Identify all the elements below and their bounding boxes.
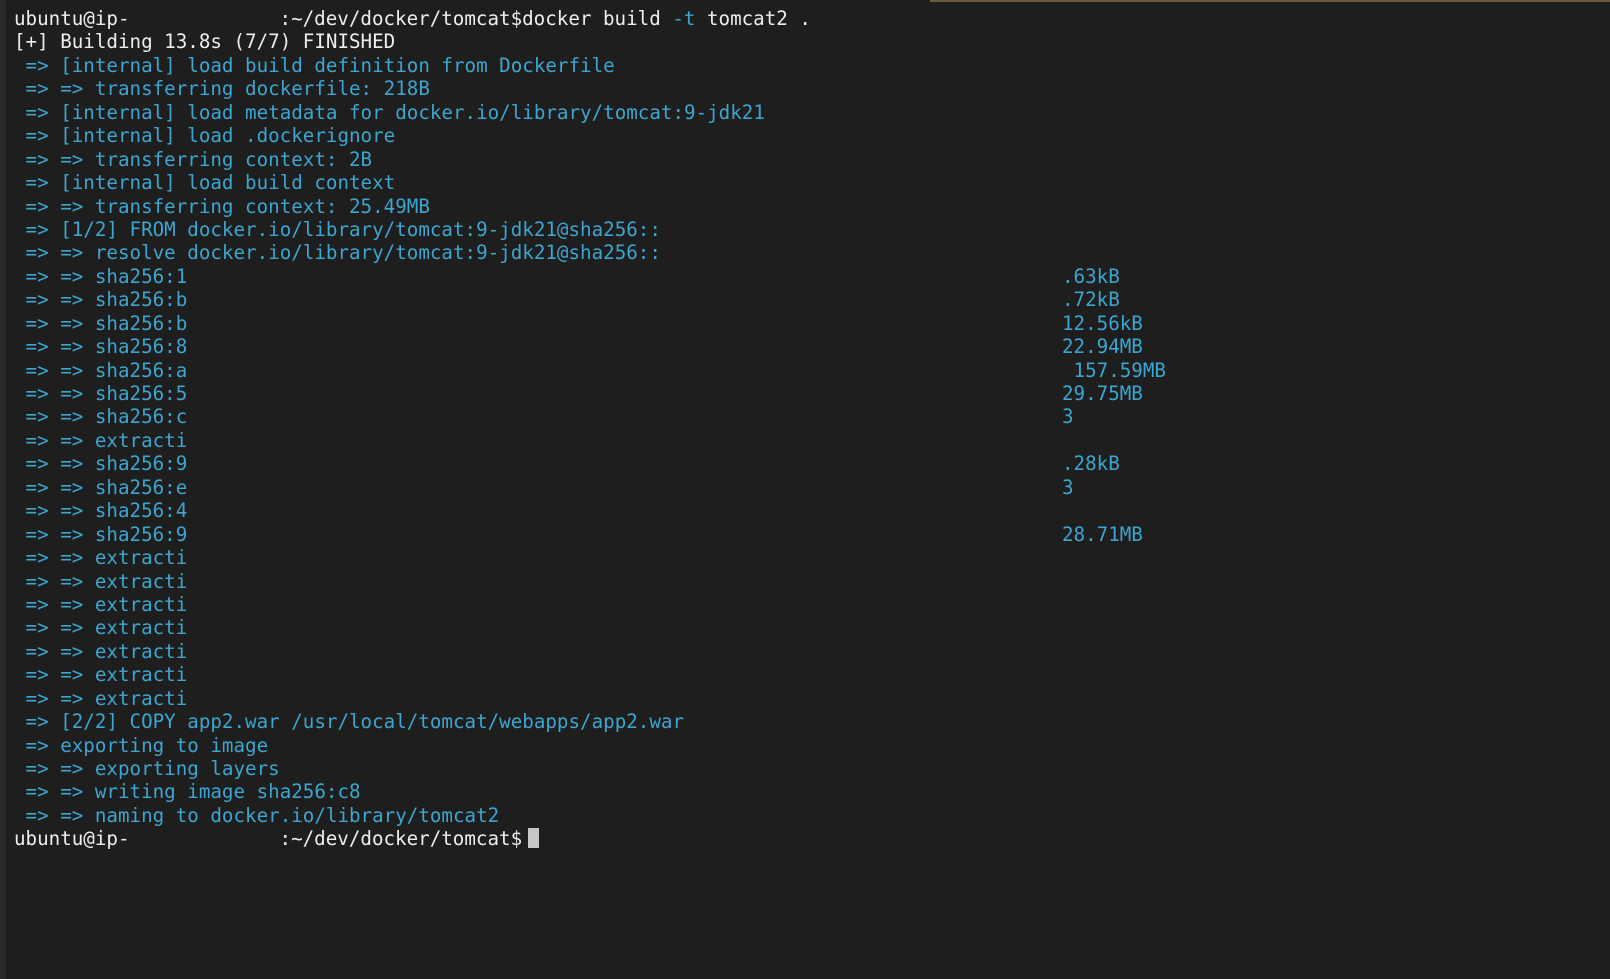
command-args: tomcat2 . xyxy=(695,7,811,30)
build-log-text: => => writing image sha256:c8 xyxy=(14,780,361,804)
build-log-text: => => extracti xyxy=(14,546,188,570)
build-log-line: => => extracti xyxy=(14,640,1610,663)
build-log-text: => [internal] load .dockerignore xyxy=(14,124,396,148)
build-log-line: => => extracti xyxy=(14,429,1610,452)
build-log-line: => => sha256:4 xyxy=(14,499,1610,522)
build-log-line: => [internal] load build definition from… xyxy=(14,54,1610,77)
build-log-text: => [internal] load build definition from… xyxy=(14,53,615,77)
build-log-text: => => transferring dockerfile: 218B xyxy=(14,77,430,101)
build-log-text: => => extracti xyxy=(14,686,188,710)
build-log-text: => => naming to docker.io/library/tomcat… xyxy=(14,803,500,827)
text-cursor xyxy=(528,827,540,848)
build-log-line: => => transferring context: 25.49MB xyxy=(14,195,1610,218)
build-log-size: .63kB xyxy=(1062,264,1120,288)
build-log-line: => => extracti xyxy=(14,546,1610,569)
build-log-text: => => extracti xyxy=(14,663,188,687)
build-log-text: => => sha256:9 xyxy=(14,522,188,546)
build-log-size: 3 xyxy=(1062,475,1074,499)
build-status-line: [+] Building 13.8s (7/7) FINISHED xyxy=(14,30,396,54)
build-log-text: => => extracti xyxy=(14,428,188,452)
build-log-text: => [2/2] COPY app2.war /usr/local/tomcat… xyxy=(14,710,685,734)
build-log: => [internal] load build definition from… xyxy=(14,54,1610,827)
build-log-line: => => extracti xyxy=(14,663,1610,686)
build-log-line: => => sha256:c 3 xyxy=(14,405,1610,428)
build-log-text: => => sha256:5 xyxy=(14,382,188,405)
build-log-line: => => transferring dockerfile: 218B xyxy=(14,77,1610,100)
build-log-line: => => sha256:8 22.94MB xyxy=(14,335,1610,358)
build-log-size: 22.94MB xyxy=(1062,335,1143,359)
build-log-text: => [internal] load metadata for docker.i… xyxy=(14,100,765,124)
build-log-size: 29.75MB xyxy=(1062,382,1143,405)
build-log-line: => => naming to docker.io/library/tomcat… xyxy=(14,804,1610,827)
build-log-text: => => exporting layers xyxy=(14,757,280,780)
build-log-line: => => sha256:9 .28kB xyxy=(14,452,1610,475)
build-log-line: => => extracti xyxy=(14,687,1610,710)
build-log-line: => => extracti xyxy=(14,593,1610,616)
build-log-text: => => extracti xyxy=(14,569,188,593)
build-log-text: => [1/2] FROM docker.io/library/tomcat:9… xyxy=(14,217,661,241)
final-prompt-line[interactable]: ubuntu@ip- :~/dev/docker/tomcat$ xyxy=(14,827,1610,850)
build-log-text: => => extracti xyxy=(14,616,188,640)
build-log-text: => [internal] load build context xyxy=(14,171,396,195)
build-log-size: 12.56kB xyxy=(1062,311,1143,335)
build-log-line: => exporting to image xyxy=(14,734,1610,757)
build-log-line: => [1/2] FROM docker.io/library/tomcat:9… xyxy=(14,218,1610,241)
build-log-line: => => extracti xyxy=(14,570,1610,593)
build-log-line: => => sha256:b 12.56kB xyxy=(14,312,1610,335)
build-log-line: => => sha256:e 3 xyxy=(14,476,1610,499)
build-log-text: => => sha256:b xyxy=(14,311,188,335)
build-log-size: 3 xyxy=(1062,405,1074,429)
build-log-line: => [2/2] COPY app2.war /usr/local/tomcat… xyxy=(14,710,1610,733)
build-log-line: => => extracti xyxy=(14,616,1610,639)
build-log-text: => => resolve docker.io/library/tomcat:9… xyxy=(14,241,661,265)
build-log-text: => => sha256:e xyxy=(14,475,188,499)
build-log-size: .28kB xyxy=(1062,452,1120,476)
prompt-user: ubuntu@ip- xyxy=(14,7,130,30)
build-log-line: => => sha256:1 .63kB xyxy=(14,265,1610,288)
prompt-path: :~/dev/docker/tomcat$ xyxy=(279,827,523,851)
build-log-line: => [internal] load .dockerignore xyxy=(14,124,1610,147)
build-log-line: => => resolve docker.io/library/tomcat:9… xyxy=(14,241,1610,264)
build-log-text: => => extracti xyxy=(14,592,188,616)
build-log-line: => => sha256:5 29.75MB xyxy=(14,382,1610,405)
typed-command: docker build xyxy=(522,7,673,30)
window-left-border xyxy=(0,0,6,979)
terminal-output[interactable]: ubuntu@ip-:~/dev/docker/tomcat$docker bu… xyxy=(14,7,1610,851)
build-log-text: => => sha256:9 xyxy=(14,452,188,476)
build-log-text: => => sha256:4 xyxy=(14,499,188,523)
build-log-line: => => sha256:a 157.59MB xyxy=(14,359,1610,382)
build-log-line: => [internal] load metadata for docker.i… xyxy=(14,101,1610,124)
build-log-text: => => extracti xyxy=(14,639,188,663)
build-log-text: => exporting to image xyxy=(14,733,269,757)
build-log-text: => => sha256:8 xyxy=(14,335,188,359)
build-log-text: => => sha256:a xyxy=(14,358,188,382)
command-prompt-line: ubuntu@ip- :~/dev/docker/tomcat$docker bu… xyxy=(14,7,1610,30)
build-log-text: => => sha256:b xyxy=(14,288,188,312)
build-log-text: => => sha256:1 xyxy=(14,264,188,288)
window-top-accent xyxy=(930,0,1610,2)
build-log-line: => [internal] load build context xyxy=(14,171,1610,194)
build-log-text: => => sha256:c xyxy=(14,405,188,429)
build-log-size: .72kB xyxy=(1062,288,1120,312)
build-log-line: => => exporting layers xyxy=(14,757,1610,780)
prompt-user: ubuntu@ip- xyxy=(14,827,130,851)
build-log-line: => => sha256:9 28.71MB xyxy=(14,523,1610,546)
build-log-text: => => transferring context: 2B xyxy=(14,147,373,171)
build-log-size: 28.71MB xyxy=(1062,522,1143,546)
prompt-path: :~/dev/docker/tomcat$ xyxy=(279,7,523,30)
build-log-line: => => transferring context: 2B xyxy=(14,148,1610,171)
build-log-line: => => sha256:b .72kB xyxy=(14,288,1610,311)
build-log-size: 157.59MB xyxy=(1062,358,1166,382)
command-flag: -t xyxy=(672,7,696,30)
build-log-text: => => transferring context: 25.49MB xyxy=(14,194,430,218)
build-log-line: => => writing image sha256:c8 xyxy=(14,780,1610,803)
